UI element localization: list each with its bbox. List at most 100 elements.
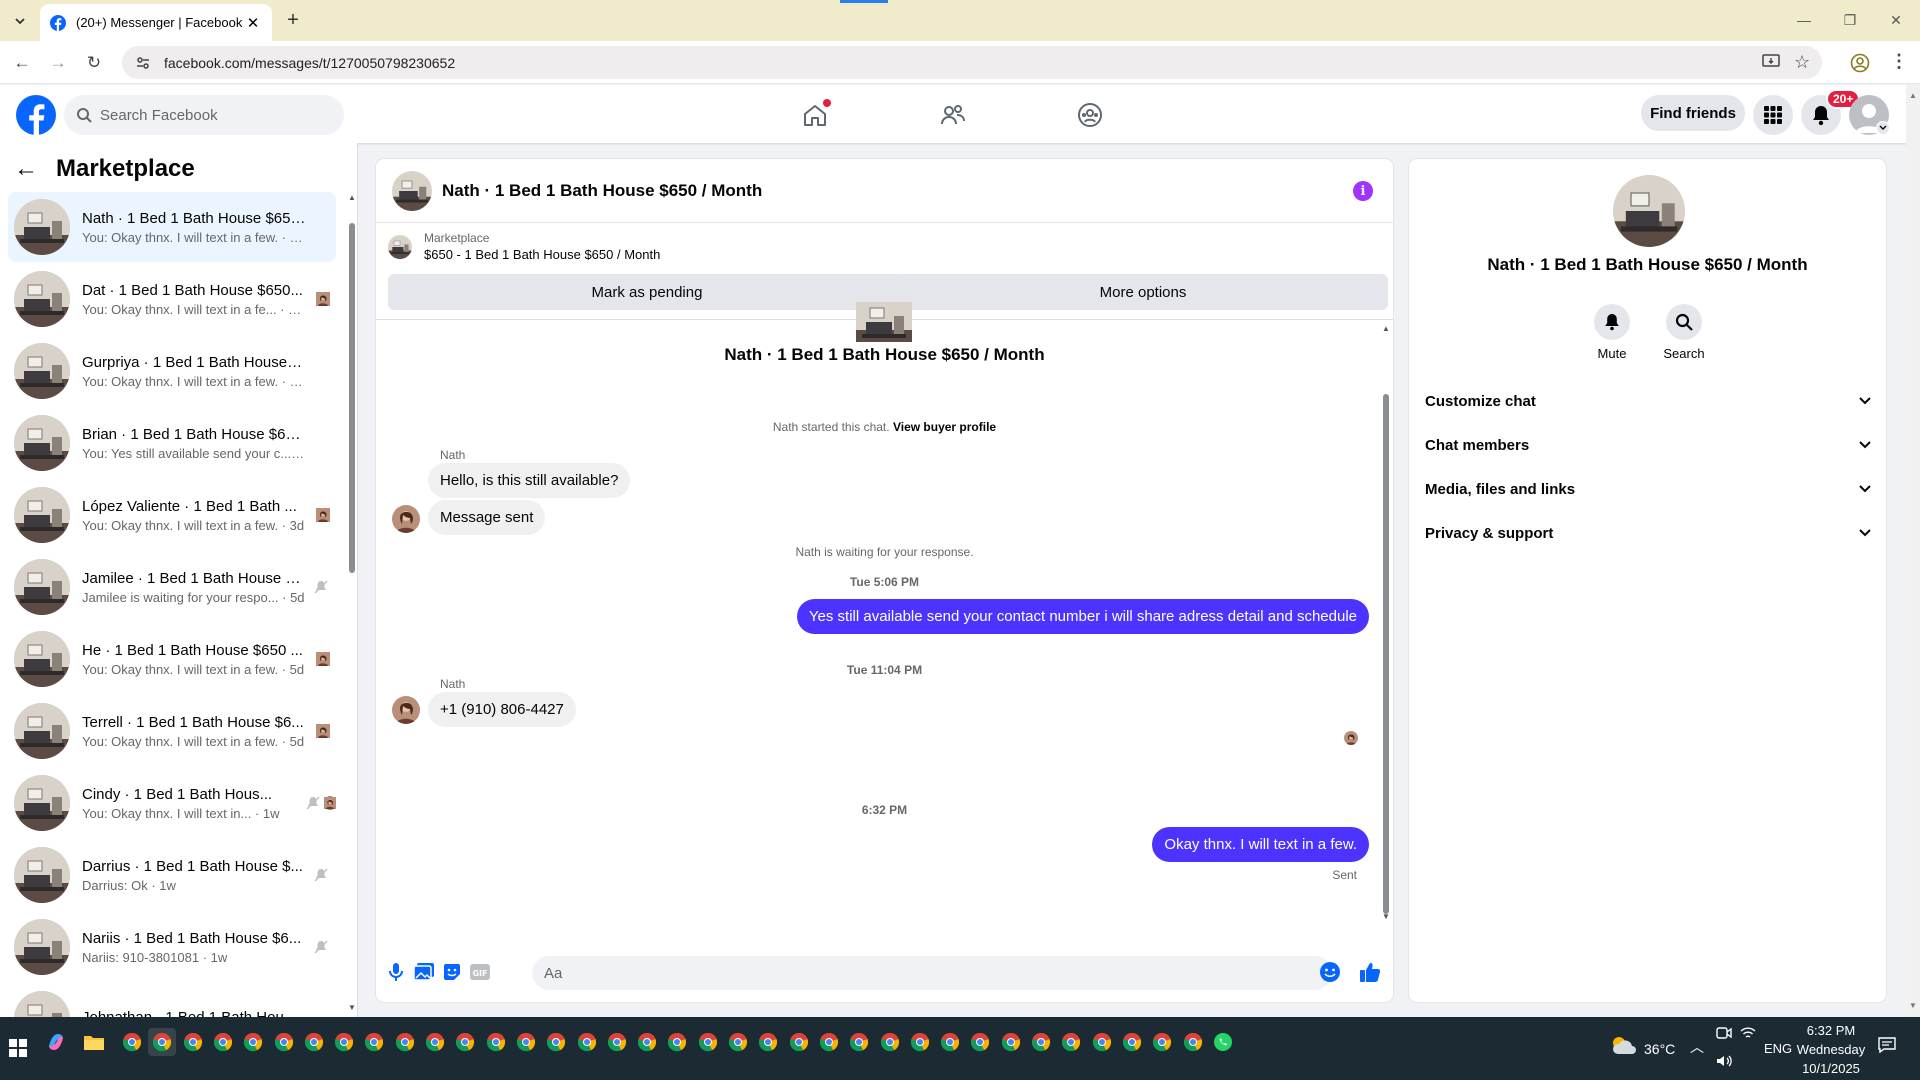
chrome-taskbar-icon[interactable] bbox=[451, 1028, 479, 1056]
whatsapp-taskbar-icon[interactable] bbox=[1209, 1028, 1237, 1056]
view-buyer-profile-link[interactable]: View buyer profile bbox=[893, 420, 996, 434]
menu-grid-icon[interactable] bbox=[1753, 95, 1793, 135]
incoming-message[interactable]: +1 (910) 806-4427 bbox=[428, 692, 576, 727]
browser-tab[interactable]: (20+) Messenger | Facebook ✕ bbox=[40, 4, 272, 41]
meet-now-icon[interactable] bbox=[1716, 1026, 1732, 1040]
incoming-message[interactable]: Message sent bbox=[428, 500, 546, 535]
facebook-logo-icon[interactable] bbox=[16, 95, 56, 135]
chrome-taskbar-icon[interactable] bbox=[482, 1028, 510, 1056]
chrome-taskbar-icon[interactable] bbox=[1088, 1028, 1116, 1056]
sender-avatar[interactable] bbox=[392, 505, 420, 533]
microphone-icon[interactable] bbox=[384, 960, 408, 984]
back-icon[interactable]: ← bbox=[10, 51, 34, 75]
chrome-taskbar-icon[interactable] bbox=[239, 1028, 267, 1056]
mute-button[interactable]: Mute bbox=[1582, 304, 1642, 361]
thread-scrollbar[interactable]: ▲ ▼ bbox=[1382, 324, 1390, 922]
chrome-taskbar-icon[interactable] bbox=[391, 1028, 419, 1056]
chrome-taskbar-icon[interactable] bbox=[1179, 1028, 1207, 1056]
chat-avatar[interactable] bbox=[392, 170, 432, 211]
wifi-icon[interactable] bbox=[1740, 1026, 1756, 1040]
chrome-taskbar-icon[interactable] bbox=[997, 1028, 1025, 1056]
input-language[interactable]: ENG bbox=[1764, 1041, 1792, 1056]
privacy-support-row[interactable]: Privacy & support bbox=[1425, 511, 1875, 555]
chrome-taskbar-icon[interactable] bbox=[421, 1028, 449, 1056]
chrome-taskbar-icon[interactable] bbox=[148, 1028, 177, 1056]
thumbs-up-icon[interactable] bbox=[1358, 960, 1382, 984]
back-arrow-icon[interactable]: ← bbox=[14, 155, 44, 183]
show-hidden-icons-chevron[interactable]: ︿ bbox=[1690, 1037, 1704, 1057]
chrome-taskbar-icon[interactable] bbox=[724, 1028, 752, 1056]
chrome-taskbar-icon[interactable] bbox=[512, 1028, 540, 1056]
gif-icon[interactable]: GIF bbox=[468, 960, 492, 984]
chrome-taskbar-icon[interactable] bbox=[876, 1028, 904, 1056]
chrome-taskbar-icon[interactable] bbox=[360, 1028, 388, 1056]
weather-icon[interactable] bbox=[1610, 1034, 1636, 1056]
chrome-taskbar-icon[interactable] bbox=[1027, 1028, 1055, 1056]
browser-menu-icon[interactable]: ⋮ bbox=[1890, 51, 1908, 72]
chrome-taskbar-icon[interactable] bbox=[906, 1028, 934, 1056]
clock-time[interactable]: 6:32 PM bbox=[1800, 1023, 1862, 1038]
sticker-icon[interactable] bbox=[440, 960, 464, 984]
install-app-icon[interactable] bbox=[1762, 54, 1780, 70]
conversation-item[interactable]: Cindy · 1 Bed 1 Bath Hous... You: Okay th… bbox=[8, 768, 336, 838]
message-input[interactable]: Aa bbox=[532, 956, 1332, 990]
groups-nav-icon[interactable] bbox=[1070, 95, 1110, 135]
volume-icon[interactable] bbox=[1716, 1054, 1734, 1068]
copilot-icon[interactable] bbox=[42, 1028, 70, 1056]
chrome-taskbar-icon[interactable] bbox=[936, 1028, 964, 1056]
conversation-item[interactable]: Jamilee · 1 Bed 1 Bath House $... Jamilee… bbox=[8, 552, 336, 622]
chrome-taskbar-icon[interactable] bbox=[270, 1028, 298, 1056]
chrome-taskbar-icon[interactable] bbox=[754, 1028, 782, 1056]
conversation-item[interactable]: Darrius · 1 Bed 1 Bath House $... Darrius… bbox=[8, 840, 336, 910]
sender-avatar[interactable] bbox=[392, 696, 420, 724]
chrome-taskbar-icon[interactable] bbox=[330, 1028, 358, 1056]
url-text[interactable]: facebook.com/messages/t/1270050798230652 bbox=[164, 55, 455, 71]
chat-list-scrollbar[interactable]: ▲ ▼ bbox=[348, 193, 356, 1013]
details-avatar[interactable] bbox=[1613, 175, 1685, 247]
friends-nav-icon[interactable] bbox=[933, 95, 973, 135]
bookmark-star-icon[interactable]: ☆ bbox=[1794, 52, 1810, 73]
marketplace-listing-banner[interactable]: Marketplace $650 - 1 Bed 1 Bath House $6… bbox=[388, 231, 660, 262]
minimize-icon[interactable]: — bbox=[1794, 10, 1814, 30]
conversation-item[interactable]: Nath · 1 Bed 1 Bath House $650 ... You: O… bbox=[8, 192, 336, 262]
chrome-taskbar-icon[interactable] bbox=[179, 1028, 207, 1056]
find-friends-button[interactable]: Find friends bbox=[1641, 95, 1745, 131]
search-in-chat-button[interactable]: Search bbox=[1654, 304, 1714, 361]
conversation-item[interactable]: Gurpriya · 1 Bed 1 Bath House $6... You: … bbox=[8, 336, 336, 406]
new-tab-button[interactable]: + bbox=[282, 9, 304, 31]
file-explorer-icon[interactable] bbox=[80, 1028, 108, 1056]
incoming-message[interactable]: Hello, is this still available? bbox=[428, 463, 631, 498]
clock-date[interactable]: 10/1/2025 bbox=[1800, 1061, 1862, 1076]
restore-icon[interactable]: ❐ bbox=[1840, 10, 1860, 30]
page-scrollbar[interactable]: ▲ ▼ bbox=[1906, 85, 1920, 1017]
account-chevron-icon[interactable] bbox=[1876, 121, 1890, 135]
emoji-icon[interactable] bbox=[1318, 960, 1342, 984]
chrome-taskbar-icon[interactable] bbox=[633, 1028, 661, 1056]
chrome-taskbar-icon[interactable] bbox=[118, 1028, 146, 1056]
chrome-taskbar-icon[interactable] bbox=[1057, 1028, 1085, 1056]
windows-start-icon[interactable] bbox=[4, 1034, 32, 1062]
chrome-taskbar-icon[interactable] bbox=[845, 1028, 873, 1056]
clock-day[interactable]: Wednesday bbox=[1794, 1042, 1868, 1057]
photo-attach-icon[interactable] bbox=[412, 960, 436, 984]
chrome-taskbar-icon[interactable] bbox=[663, 1028, 691, 1056]
outgoing-message[interactable]: Yes still available send your contact nu… bbox=[796, 599, 1369, 634]
chrome-taskbar-icon[interactable] bbox=[1148, 1028, 1176, 1056]
conversation-item[interactable]: Nariis · 1 Bed 1 Bath House $6... Nariis:… bbox=[8, 912, 336, 982]
tab-close-icon[interactable]: ✕ bbox=[244, 14, 262, 32]
outgoing-message[interactable]: Okay thnx. I will text in a few. bbox=[1152, 827, 1369, 862]
customize-chat-row[interactable]: Customize chat bbox=[1425, 379, 1875, 423]
reload-icon[interactable]: ↻ bbox=[82, 51, 106, 75]
chrome-taskbar-icon[interactable] bbox=[815, 1028, 843, 1056]
profile-icon[interactable] bbox=[1850, 53, 1870, 73]
conversation-item[interactable]: Terrell · 1 Bed 1 Bath House $6... You: O… bbox=[8, 696, 336, 766]
tab-list-chevron-icon[interactable] bbox=[8, 9, 32, 33]
chrome-taskbar-icon[interactable] bbox=[300, 1028, 328, 1056]
chrome-taskbar-icon[interactable] bbox=[573, 1028, 601, 1056]
chrome-taskbar-icon[interactable] bbox=[785, 1028, 813, 1056]
media-files-links-row[interactable]: Media, files and links bbox=[1425, 467, 1875, 511]
chrome-taskbar-icon[interactable] bbox=[542, 1028, 570, 1056]
address-bar[interactable]: facebook.com/messages/t/1270050798230652… bbox=[122, 46, 1822, 79]
chat-list-scroll-thumb[interactable] bbox=[349, 223, 355, 573]
conversation-item[interactable]: He · 1 Bed 1 Bath House $650 ... You: Oka… bbox=[8, 624, 336, 694]
